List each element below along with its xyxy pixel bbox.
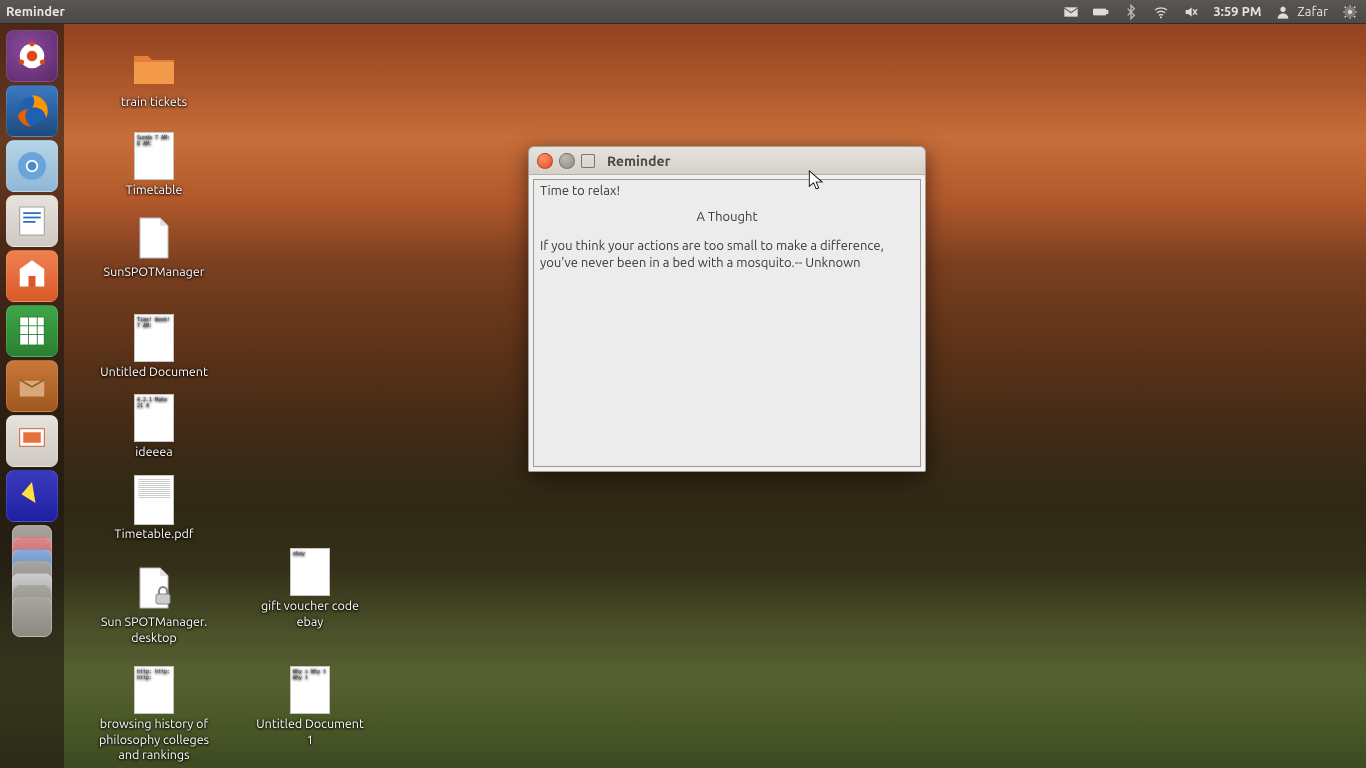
- text-file-icon: http: http: http:: [130, 666, 178, 714]
- user-name: Zafar: [1297, 5, 1328, 19]
- icon-label: Sun SPOTManager. desktop: [101, 615, 207, 646]
- active-app-name: Reminder: [6, 5, 65, 19]
- pdf-file-icon: [130, 476, 178, 524]
- system-settings-icon[interactable]: [1342, 4, 1358, 20]
- icon-label: gift voucher code ebay: [261, 599, 359, 630]
- icon-label: SunSPOTManager: [104, 265, 205, 281]
- minimize-button[interactable]: [559, 153, 575, 169]
- desktop-icon-timetable-pdf[interactable]: Timetable.pdf: [74, 476, 234, 543]
- desktop-icon-timetable[interactable]: Sunda 7 AM: 8 AM: Timetable: [74, 132, 234, 199]
- volume-icon[interactable]: [1183, 4, 1199, 20]
- maximize-button[interactable]: [581, 154, 595, 168]
- launcher-collapsed-stack[interactable]: [6, 525, 58, 645]
- reminder-quote: If you think your actions are too small …: [540, 238, 914, 272]
- icon-label: browsing history of philosophy colleges …: [99, 717, 209, 764]
- text-file-icon: Why s Why t Why t: [286, 666, 334, 714]
- text-file-icon: Sunda 7 AM: 8 AM:: [130, 132, 178, 180]
- launcher-misc[interactable]: [6, 470, 58, 522]
- reminder-body: Time to relax! A Thought If you think yo…: [533, 179, 921, 467]
- launcher-dash[interactable]: [6, 30, 58, 82]
- wifi-icon[interactable]: [1153, 4, 1169, 20]
- launcher-update[interactable]: [6, 360, 58, 412]
- desktop-icon-untitled[interactable]: Time! Week! 7 AM: Untitled Document: [74, 314, 234, 381]
- icon-label: Timetable: [126, 183, 183, 199]
- icon-label: Timetable.pdf: [114, 527, 193, 543]
- window-title: Reminder: [607, 153, 670, 169]
- launcher-writer[interactable]: [6, 195, 58, 247]
- icon-label: Untitled Document: [100, 365, 208, 381]
- launcher-files[interactable]: [6, 250, 58, 302]
- user-menu[interactable]: Zafar: [1275, 4, 1328, 20]
- launcher-impress[interactable]: [6, 415, 58, 467]
- system-tray: 3:59 PM Zafar: [1063, 4, 1358, 20]
- top-menu-bar: Reminder 3:59 PM Zafar: [0, 0, 1366, 24]
- launcher-calc[interactable]: [6, 305, 58, 357]
- text-file-icon: Time! Week! 7 AM:: [130, 314, 178, 362]
- icon-label: ideeea: [135, 445, 172, 461]
- icon-label: train tickets: [121, 95, 187, 111]
- desktop-icon-gift-voucher[interactable]: ebay gift voucher code ebay: [230, 548, 390, 630]
- messaging-icon[interactable]: [1063, 4, 1079, 20]
- desktop-icon-browsing-history[interactable]: http: http: http: browsing history of ph…: [74, 666, 234, 764]
- desktop-icon-sunspot-desktop[interactable]: Sun SPOTManager. desktop: [74, 564, 234, 646]
- bluetooth-icon[interactable]: [1123, 4, 1139, 20]
- desktop-icon-untitled-1[interactable]: Why s Why t Why t Untitled Document 1: [230, 666, 390, 748]
- text-file-icon: 4.2.1 Make 21 4: [130, 394, 178, 442]
- window-titlebar[interactable]: Reminder: [529, 147, 925, 175]
- locked-file-icon: [130, 564, 178, 612]
- battery-icon[interactable]: [1093, 4, 1109, 20]
- close-button[interactable]: [537, 153, 553, 169]
- icon-label: Untitled Document 1: [256, 717, 364, 748]
- text-file-icon: ebay: [286, 548, 334, 596]
- launcher-chromium[interactable]: [6, 140, 58, 192]
- desktop-icon-train-tickets[interactable]: train tickets: [74, 44, 234, 111]
- reminder-headline: Time to relax!: [540, 184, 914, 198]
- clock[interactable]: 3:59 PM: [1213, 5, 1261, 19]
- blank-file-icon: [130, 214, 178, 262]
- reminder-window: Reminder Time to relax! A Thought If you…: [528, 146, 926, 472]
- launcher-firefox[interactable]: [6, 85, 58, 137]
- unity-launcher: [0, 24, 64, 768]
- desktop-icon-sunspot[interactable]: SunSPOTManager: [74, 214, 234, 281]
- reminder-subhead: A Thought: [540, 210, 914, 224]
- folder-icon: [130, 44, 178, 92]
- desktop-icon-ideeea[interactable]: 4.2.1 Make 21 4 ideeea: [74, 394, 234, 461]
